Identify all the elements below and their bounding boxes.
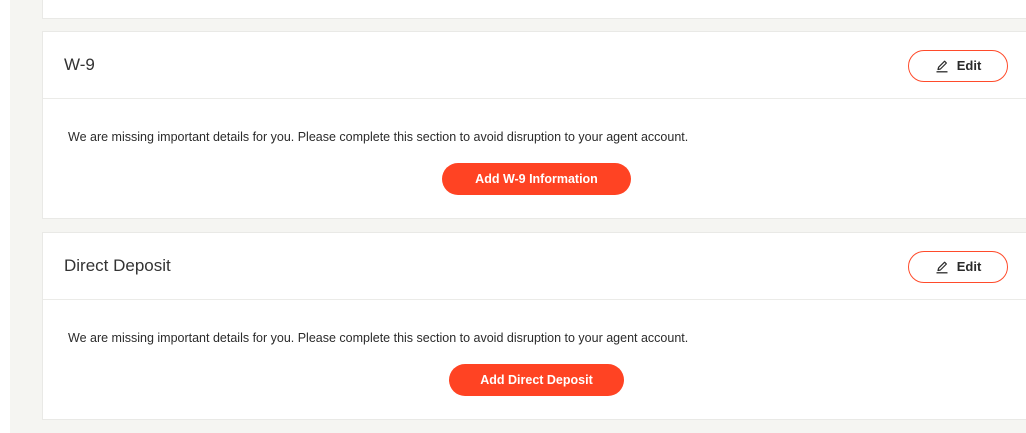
direct-deposit-section-card: Direct Deposit Edit We are missing impor… [42, 232, 1026, 420]
direct-deposit-section-title: Direct Deposit [64, 256, 171, 275]
previous-section-card [42, 0, 1026, 19]
w9-edit-button[interactable]: Edit [908, 50, 1008, 82]
w9-section-title: W-9 [64, 55, 95, 74]
add-direct-deposit-button[interactable]: Add Direct Deposit [449, 364, 624, 396]
direct-deposit-edit-button[interactable]: Edit [908, 251, 1008, 283]
w9-edit-label: Edit [956, 58, 982, 73]
pencil-icon [936, 261, 948, 274]
left-strip [0, 0, 10, 433]
add-w9-information-button[interactable]: Add W-9 Information [442, 163, 631, 195]
w9-section-header: W-9 Edit [43, 32, 1026, 99]
w9-section-card: W-9 Edit We are missing important detail… [42, 31, 1026, 219]
pencil-icon [936, 60, 948, 73]
direct-deposit-edit-label: Edit [956, 259, 982, 274]
direct-deposit-missing-details-message: We are missing important details for you… [68, 331, 689, 345]
w9-missing-details-message: We are missing important details for you… [68, 130, 689, 144]
direct-deposit-section-header: Direct Deposit Edit [43, 233, 1026, 300]
